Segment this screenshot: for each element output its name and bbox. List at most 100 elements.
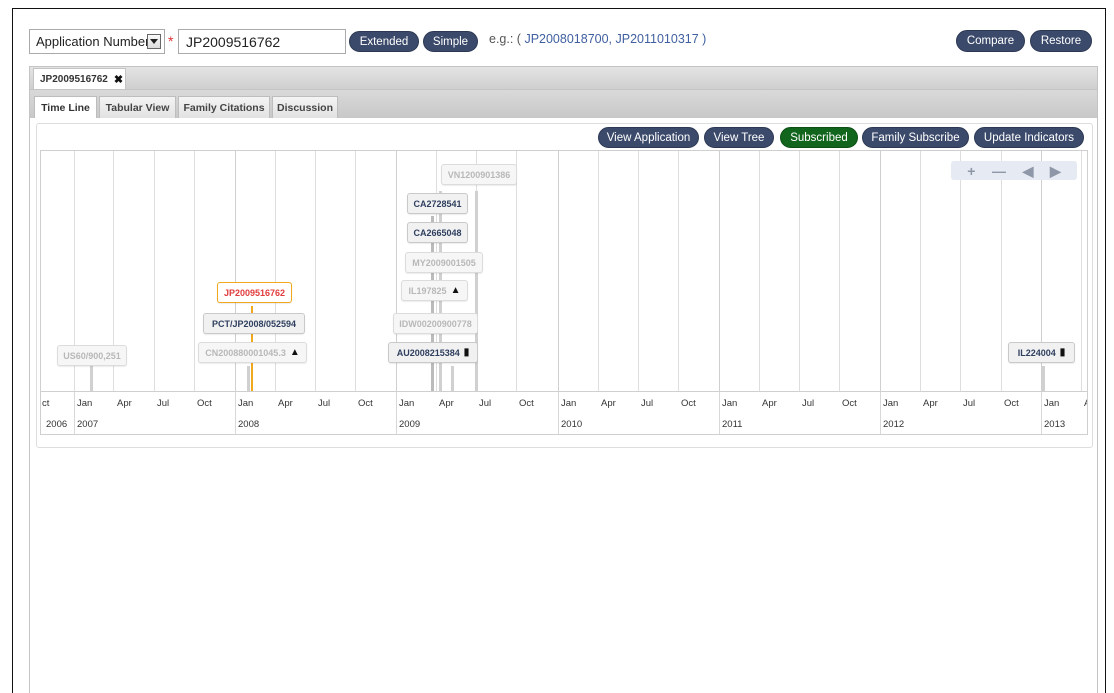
month-label: Jan — [238, 398, 254, 409]
month-label: Jul — [157, 398, 170, 409]
month-label: Jul — [318, 398, 331, 409]
example-suffix: ) — [698, 32, 707, 46]
book-icon: ▮ — [463, 347, 470, 358]
month-label: Oct — [197, 398, 212, 409]
event-node[interactable]: PCT/JP2008/052594 — [203, 313, 305, 334]
month-label: Apr — [278, 398, 293, 409]
document-tab-strip — [29, 66, 1098, 90]
event-label: US60/900,251 — [63, 350, 121, 361]
year-label: 2006 — [46, 419, 68, 430]
event-node-active[interactable]: JP2009516762 — [217, 282, 292, 303]
month-label: Apr — [923, 398, 938, 409]
timeline-zoom-controls: + — ◀ ▶ — [951, 161, 1077, 180]
month-label: Apr — [601, 398, 616, 409]
month-label: Jul — [479, 398, 492, 409]
warning-icon: ▲ — [450, 285, 461, 296]
event-node[interactable]: MY2009001505 — [405, 252, 483, 273]
tab-tabular-view[interactable]: Tabular View — [99, 96, 176, 118]
view-tree-button[interactable]: View Tree — [704, 127, 774, 148]
event-stem — [90, 366, 93, 391]
search-type-select[interactable]: Application Number — [29, 29, 165, 54]
event-node[interactable]: VN1200901386 — [441, 164, 517, 185]
year-label: 2008 — [238, 419, 260, 430]
event-node[interactable]: CN200880001045.3 ▲ — [198, 342, 307, 363]
compare-button[interactable]: Compare — [956, 30, 1025, 52]
tab-discussion[interactable]: Discussion — [272, 96, 338, 118]
month-label: Jul — [963, 398, 976, 409]
simple-button[interactable]: Simple — [423, 31, 478, 52]
month-label: Jan — [561, 398, 577, 409]
event-stem — [1042, 366, 1045, 391]
month-label: Jul — [641, 398, 654, 409]
month-label: Jan — [399, 398, 415, 409]
event-node[interactable]: CA2728541 — [407, 193, 468, 214]
event-node[interactable]: IL197825 ▲ — [401, 280, 468, 301]
month-label: Jan — [883, 398, 899, 409]
timeline-axis: ct Jan Apr Jul Oct Jan Apr Jul Oct Jan A… — [41, 391, 1087, 434]
month-label: Apr — [439, 398, 454, 409]
required-mark: * — [168, 33, 174, 49]
month-label: Jan — [1044, 398, 1060, 409]
event-label: VN1200901386 — [447, 169, 511, 180]
event-label: PCT/JP2008/052594 — [211, 318, 297, 329]
document-tab[interactable]: JP2009516762 ✖ — [33, 68, 126, 89]
year-label: 2007 — [77, 419, 99, 430]
event-label: CN200880001045.3 — [205, 347, 286, 358]
event-label: JP2009516762 — [223, 287, 286, 298]
pan-left-icon[interactable]: ◀ — [1023, 164, 1034, 178]
event-node[interactable]: AU2008215384 ▮ — [388, 342, 478, 363]
year-label: 2011 — [722, 419, 743, 430]
event-label: CA2728541 — [413, 198, 462, 209]
month-label: Oct — [681, 398, 696, 409]
month-label: Apr — [117, 398, 132, 409]
chevron-down-icon[interactable] — [147, 34, 161, 49]
example-prefix: e.g.: ( — [489, 32, 525, 46]
event-node[interactable]: IDW00200900778 — [393, 313, 478, 334]
family-subscribe-button[interactable]: Family Subscribe — [862, 127, 969, 148]
event-label: MY2009001505 — [412, 257, 476, 268]
month-label: A — [1084, 398, 1087, 409]
month-label: Jan — [722, 398, 738, 409]
tab-family-citations[interactable]: Family Citations — [178, 96, 270, 118]
month-label: Apr — [762, 398, 777, 409]
event-node[interactable]: CA2665048 — [407, 222, 468, 243]
month-label: Oct — [842, 398, 857, 409]
tab-time-line[interactable]: Time Line — [34, 96, 97, 119]
close-icon[interactable]: ✖ — [114, 73, 123, 86]
month-label: Jul — [802, 398, 815, 409]
month-label: Oct — [358, 398, 373, 409]
year-label: 2009 — [399, 419, 421, 430]
subscribed-button[interactable]: Subscribed — [780, 127, 858, 148]
event-label: CA2665048 — [413, 227, 462, 238]
example-links[interactable]: JP2008018700, JP2011010317 — [524, 32, 698, 46]
event-label: IDW00200900778 — [399, 318, 472, 329]
year-label: 2012 — [883, 419, 905, 430]
view-application-button[interactable]: View Application — [598, 127, 699, 148]
pan-right-icon[interactable]: ▶ — [1050, 164, 1061, 178]
event-stem — [451, 366, 454, 391]
year-label: 2010 — [561, 419, 583, 430]
search-input[interactable] — [178, 29, 346, 54]
warning-icon: ▲ — [289, 347, 300, 358]
event-stem — [247, 366, 250, 391]
book-icon: ▮ — [1059, 347, 1066, 358]
zoom-out-icon[interactable]: — — [992, 164, 1006, 178]
event-node[interactable]: IL224004 ▮ — [1008, 342, 1075, 363]
month-label: ct — [42, 398, 50, 409]
document-tab-label: JP2009516762 — [40, 73, 108, 85]
month-label: Oct — [1004, 398, 1019, 409]
example-hint: e.g.: ( JP2008018700, JP2011010317 ) — [489, 32, 706, 46]
month-label: Oct — [519, 398, 534, 409]
event-node[interactable]: US60/900,251 — [57, 345, 127, 366]
year-label: 2013 — [1044, 419, 1066, 430]
search-type-label: Application Number — [36, 34, 150, 49]
event-label: IL197825 — [408, 285, 447, 296]
restore-button[interactable]: Restore — [1030, 30, 1092, 52]
timeline-chart[interactable]: VN1200901386 CA2728541 CA2665048 MY20090… — [40, 150, 1088, 435]
event-label: AU2008215384 — [396, 347, 460, 358]
month-label: Jan — [77, 398, 93, 409]
zoom-in-icon[interactable]: + — [967, 164, 975, 178]
update-indicators-button[interactable]: Update Indicators — [974, 127, 1084, 148]
event-label: IL224004 — [1017, 347, 1056, 358]
extended-button[interactable]: Extended — [349, 31, 419, 52]
